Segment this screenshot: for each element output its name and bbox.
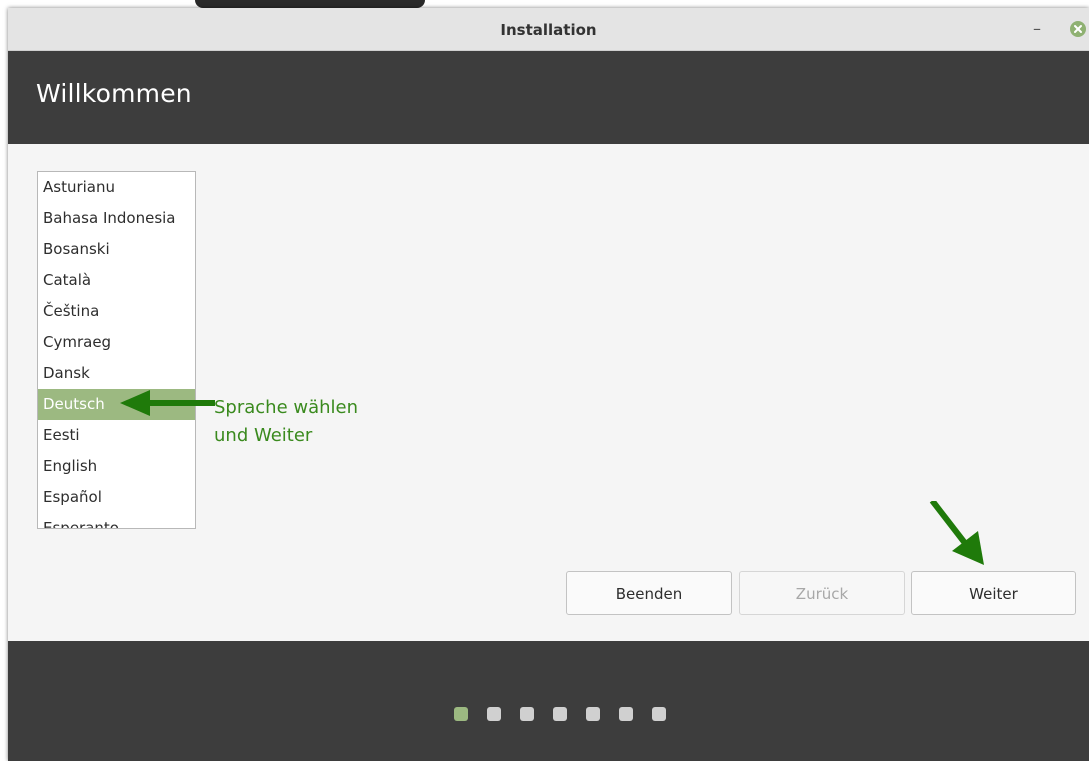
arrow-down-icon [929,501,984,565]
progress-dot-1 [454,707,468,721]
desktop-shape [195,0,425,8]
annotation-line-1: Sprache wählen [214,397,359,418]
annotation-line-2: und Weiter [214,425,313,446]
language-item-catala[interactable]: Català [38,265,195,296]
language-item-espanol[interactable]: Español [38,482,195,513]
main-content: Asturianu Bahasa Indonesia Bosanski Cata… [8,144,1089,641]
progress-dot-7 [652,707,666,721]
page-header: Willkommen [8,51,1089,144]
progress-dot-6 [619,707,633,721]
language-item-bosanski[interactable]: Bosanski [38,234,195,265]
progress-dot-4 [553,707,567,721]
language-list[interactable]: Asturianu Bahasa Indonesia Bosanski Cata… [37,171,196,529]
title-bar: Installation – [8,8,1089,51]
page-title: Willkommen [36,79,192,108]
close-icon[interactable] [1070,21,1086,37]
arrow-left-icon [120,390,215,416]
quit-button[interactable]: Beenden [566,571,732,615]
window-title: Installation [500,21,597,39]
progress-footer [8,641,1089,761]
progress-dot-2 [487,707,501,721]
desktop-background [0,0,1089,8]
language-item-esperanto[interactable]: Esperanto [38,513,195,528]
language-item-bahasa-indonesia[interactable]: Bahasa Indonesia [38,203,195,234]
annotation-text: Sprache wählen und Weiter [214,394,358,450]
minimize-icon[interactable]: – [1028,20,1046,38]
next-button[interactable]: Weiter [911,571,1076,615]
language-item-cestina[interactable]: Čeština [38,296,195,327]
language-item-dansk[interactable]: Dansk [38,358,195,389]
language-item-eesti[interactable]: Eesti [38,420,195,451]
language-item-asturianu[interactable]: Asturianu [38,172,195,203]
progress-dot-5 [586,707,600,721]
language-item-cymraeg[interactable]: Cymraeg [38,327,195,358]
back-button[interactable]: Zurück [739,571,905,615]
progress-dot-3 [520,707,534,721]
language-item-english[interactable]: English [38,451,195,482]
installer-window: Installation – Willkommen Asturianu Baha… [8,8,1089,761]
